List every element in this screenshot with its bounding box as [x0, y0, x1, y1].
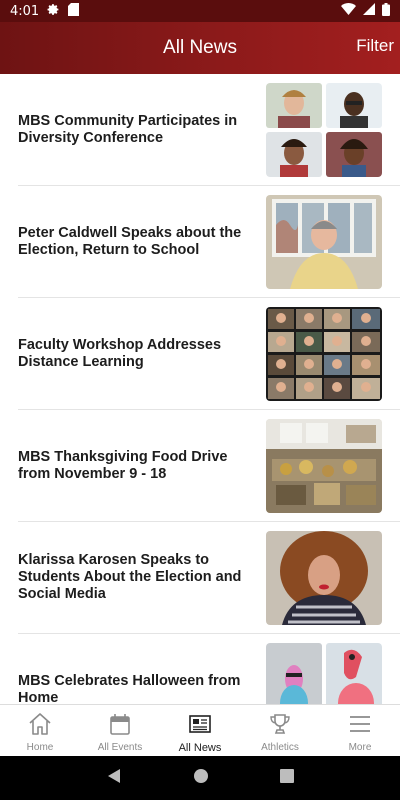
news-thumbnail [266, 83, 382, 177]
nav-label: All Events [97, 742, 143, 753]
system-navigation-bar [0, 756, 400, 800]
news-title: MBS Celebrates Halloween from Home [18, 673, 241, 704]
sd-card-icon [68, 2, 80, 20]
menu-icon [347, 711, 373, 742]
news-title: MBS Thanksgiving Food Drive from Novembe… [18, 448, 228, 482]
wifi-icon [341, 3, 356, 19]
bottom-navigation: Home All Events All News Athletics More [0, 704, 400, 756]
news-item[interactable]: Faculty Workshop Addresses Distance Lear… [18, 298, 400, 410]
cellular-signal-icon [363, 3, 375, 19]
home-icon [27, 711, 53, 742]
news-item[interactable]: Klarissa Karosen Speaks to Students Abou… [18, 522, 400, 634]
app-header: All News Filter [0, 22, 400, 74]
calendar-icon [107, 711, 133, 742]
recents-square-icon[interactable] [280, 768, 295, 788]
nav-home[interactable]: Home [0, 705, 80, 756]
news-title: MBS Community Participates in Diversity … [18, 112, 238, 146]
nav-label: Athletics [261, 742, 299, 753]
news-list[interactable]: MBS Community Participates in Diversity … [0, 74, 400, 704]
battery-icon [382, 2, 390, 20]
news-thumbnail [266, 307, 382, 401]
home-circle-icon[interactable] [193, 768, 209, 789]
nav-label: Home [26, 742, 54, 753]
trophy-icon [267, 711, 293, 742]
page-title: All News [163, 37, 237, 58]
filter-button[interactable]: Filter [356, 36, 394, 56]
back-icon[interactable] [106, 768, 122, 789]
settings-gear-icon [47, 3, 60, 20]
nav-label: All News [178, 742, 222, 754]
nav-athletics[interactable]: Athletics [240, 705, 320, 756]
status-time: 4:01 [10, 3, 40, 19]
nav-all-events[interactable]: All Events [80, 705, 160, 756]
news-title: Peter Caldwell Speaks about the Election… [18, 224, 242, 258]
nav-all-news[interactable]: All News [160, 705, 240, 756]
news-item[interactable]: Peter Caldwell Speaks about the Election… [18, 186, 400, 298]
news-thumbnail [266, 643, 382, 704]
news-thumbnail [266, 419, 382, 513]
news-item[interactable]: MBS Celebrates Halloween from Home [18, 634, 400, 704]
nav-label: More [348, 742, 372, 753]
status-bar: 4:01 [0, 0, 400, 22]
news-item[interactable]: MBS Community Participates in Diversity … [18, 74, 400, 186]
news-item[interactable]: MBS Thanksgiving Food Drive from Novembe… [18, 410, 400, 522]
nav-more[interactable]: More [320, 705, 400, 756]
news-title: Faculty Workshop Addresses Distance Lear… [18, 336, 222, 370]
news-title: Klarissa Karosen Speaks to Students Abou… [18, 552, 242, 602]
news-thumbnail [266, 531, 382, 625]
newspaper-icon [187, 711, 213, 742]
news-thumbnail [266, 195, 382, 289]
